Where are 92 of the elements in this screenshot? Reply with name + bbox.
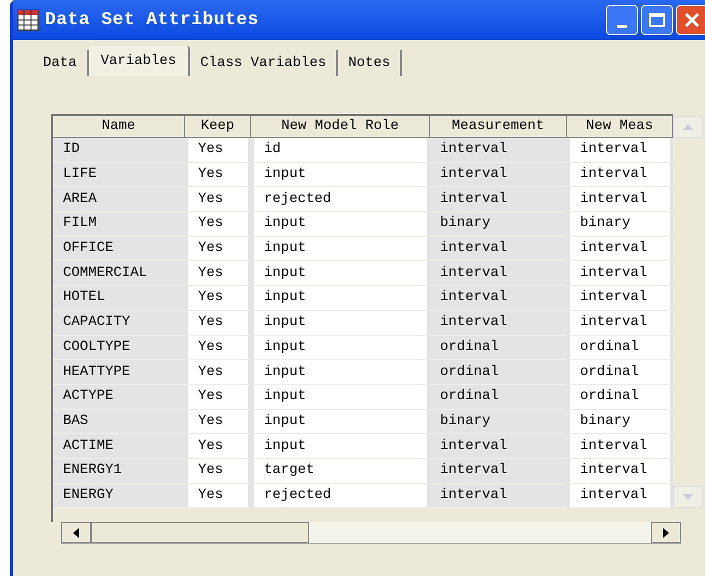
table-icon — [17, 9, 39, 31]
table-cell: ordinal — [430, 384, 567, 410]
table-cell: Yes — [185, 138, 251, 163]
table-cell: HOTEL — [53, 286, 185, 311]
table-cell: Yes — [185, 187, 251, 212]
table-cell: target — [251, 458, 430, 484]
close-button[interactable] — [676, 5, 705, 35]
table-cell: interval — [567, 138, 673, 163]
table-cell: interval — [567, 236, 673, 262]
maximize-button[interactable] — [641, 5, 673, 35]
table-cell: input — [251, 336, 430, 360]
table-cell: Yes — [185, 434, 251, 459]
table-cell: input — [251, 261, 430, 286]
table-cell: input — [251, 360, 430, 385]
table-cell: interval — [430, 484, 567, 508]
table-cell: input — [251, 384, 430, 410]
tab[interactable]: Variables — [88, 46, 190, 76]
table-cell: CAPACITY — [53, 310, 185, 336]
table-cell: AREA — [53, 187, 185, 212]
table-cell: ENERGY — [53, 484, 185, 508]
table-cell: ordinal — [430, 336, 567, 360]
table-cell: Yes — [185, 410, 251, 434]
minimize-button[interactable] — [606, 5, 638, 35]
table-cell: Yes — [185, 286, 251, 311]
table-cell: interval — [430, 138, 567, 163]
down-arrow-icon — [683, 494, 693, 500]
table-cell: interval — [430, 310, 567, 336]
table-cell: Yes — [185, 336, 251, 360]
table-cell: LIFE — [53, 162, 185, 188]
table-cell: ACTIME — [53, 434, 185, 459]
table-cell: input — [251, 310, 430, 336]
table-cell: interval — [430, 458, 567, 484]
table-cell: interval — [430, 286, 567, 311]
table-cell: ordinal — [567, 360, 673, 385]
table-cell: Yes — [185, 212, 251, 237]
table-cell: ordinal — [567, 384, 673, 410]
table-cell: binary — [430, 410, 567, 434]
table-cell: input — [251, 162, 430, 188]
table-cell: input — [251, 410, 430, 434]
table-cell: interval — [430, 236, 567, 262]
table-cell: ACTYPE — [53, 384, 185, 410]
table-cell: interval — [567, 286, 673, 311]
table-cell: id — [251, 138, 430, 163]
table-cell: OFFICE — [53, 236, 185, 262]
horizontal-scrollbar[interactable] — [61, 522, 681, 544]
table-cell: Yes — [185, 162, 251, 188]
table-cell: input — [251, 236, 430, 262]
table-cell: rejected — [251, 187, 430, 212]
table-cell: ordinal — [567, 336, 673, 360]
table-cell: input — [251, 434, 430, 459]
table-cell: ENERGY1 — [53, 458, 185, 484]
scroll-right-button[interactable] — [651, 522, 681, 544]
table-cell: interval — [567, 162, 673, 188]
close-icon — [684, 12, 700, 28]
table-cell: input — [251, 286, 430, 311]
table-cell: Yes — [185, 236, 251, 262]
table-cell: Yes — [185, 261, 251, 286]
scroll-left-button[interactable] — [61, 522, 91, 544]
scrollbar-thumb[interactable] — [91, 522, 309, 544]
table-cell: interval — [567, 458, 673, 484]
table-cell: binary — [567, 410, 673, 434]
table-cell: Yes — [185, 360, 251, 385]
table-cell: HEATTYPE — [53, 360, 185, 385]
table-cell: ID — [53, 138, 185, 163]
table-cell: Yes — [185, 384, 251, 410]
table-cell: Yes — [185, 310, 251, 336]
table-cell: interval — [430, 434, 567, 459]
table-cell: COMMERCIAL — [53, 261, 185, 286]
table-cell: input — [251, 212, 430, 237]
table-cell: interval — [430, 162, 567, 188]
table-cell: binary — [567, 212, 673, 237]
table-cell: interval — [567, 261, 673, 286]
table-cell: interval — [567, 310, 673, 336]
tab[interactable]: Class Variables — [190, 50, 338, 76]
table-cell: interval — [567, 187, 673, 212]
table-cell: binary — [430, 212, 567, 237]
table-cell: COOLTYPE — [53, 336, 185, 360]
table-cell: rejected — [251, 484, 430, 508]
table-cell: Yes — [185, 458, 251, 484]
table-cell: ordinal — [430, 360, 567, 385]
table-cell: FILM — [53, 212, 185, 237]
table-cell: Yes — [185, 484, 251, 508]
table-cell: interval — [430, 187, 567, 212]
tab[interactable]: Notes — [338, 50, 402, 76]
right-arrow-icon — [663, 528, 669, 538]
up-arrow-icon — [683, 124, 693, 130]
table-cell: BAS — [53, 410, 185, 434]
left-arrow-icon — [73, 528, 79, 538]
table-cell: interval — [567, 434, 673, 459]
window-title: Data Set Attributes — [45, 8, 259, 32]
table-cell: interval — [567, 484, 673, 508]
table-cell: interval — [430, 261, 567, 286]
